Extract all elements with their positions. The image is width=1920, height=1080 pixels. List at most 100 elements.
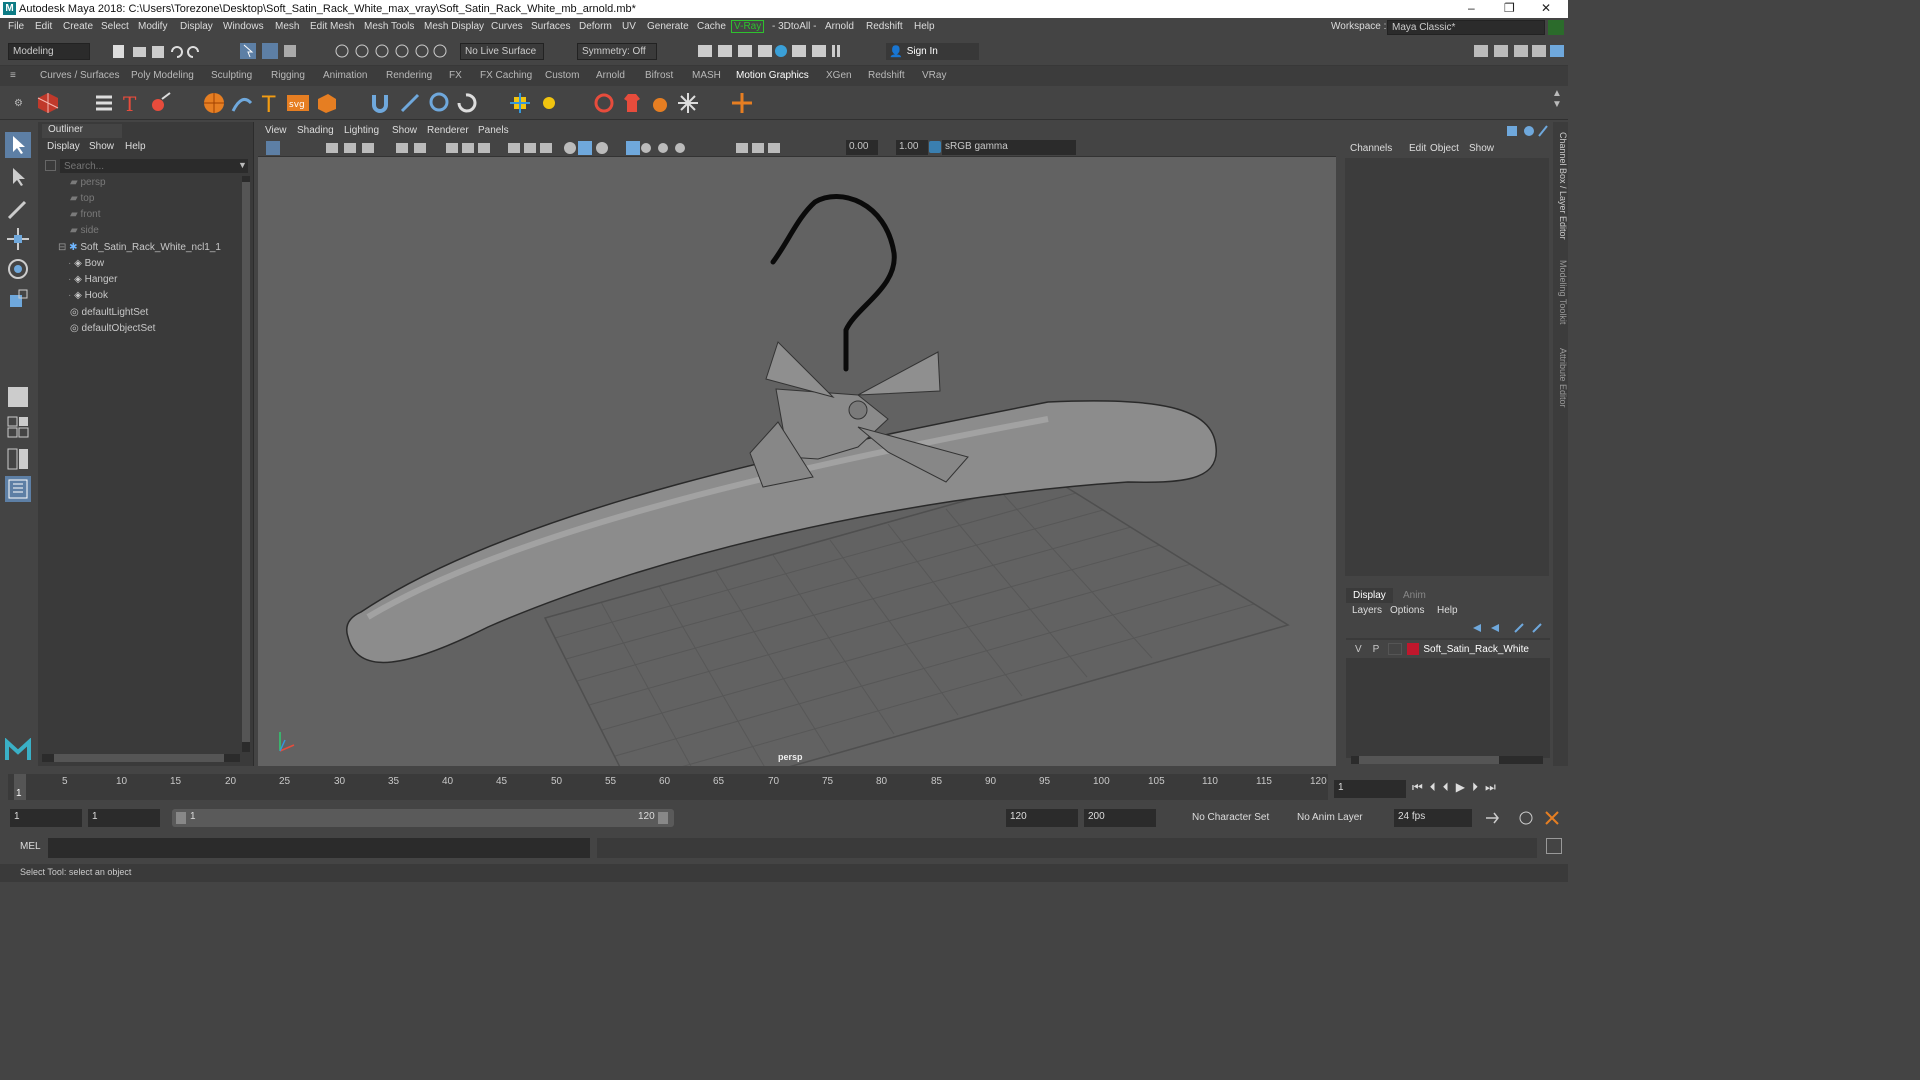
menu-vray[interactable]: V-Ray [731, 20, 765, 33]
outliner-item-side[interactable]: ▰ side [70, 225, 99, 241]
shelf-tab-arnold[interactable]: Arnold [596, 70, 625, 81]
shelf-tab-animation[interactable]: Animation [323, 70, 367, 81]
transform-icon[interactable] [508, 91, 532, 115]
menu-3dtoall[interactable]: - 3DtoAll - [772, 21, 816, 32]
select-tool-icon[interactable] [5, 132, 31, 158]
menu-select[interactable]: Select [101, 21, 129, 32]
layer-color-swatch[interactable] [1407, 643, 1420, 655]
viewport-menu-panels[interactable]: Panels [478, 125, 509, 136]
fps-dropdown[interactable]: 24 fps [1394, 809, 1472, 827]
layer-menu-help[interactable]: Help [1437, 605, 1458, 616]
menu-mesh-display[interactable]: Mesh Display [424, 21, 484, 32]
shelf-tab-xgen[interactable]: XGen [826, 70, 852, 81]
shelf-tab-curves-surfaces[interactable]: Curves / Surfaces [40, 70, 119, 81]
outliner-item-soft-satin-rack[interactable]: ⊟ ✱ Soft_Satin_Rack_White_ncl1_1 [58, 242, 221, 258]
viewport-toolbar-icons[interactable] [266, 140, 846, 156]
live-surface-field[interactable]: No Live Surface [460, 43, 544, 60]
menu-create[interactable]: Create [63, 21, 93, 32]
channel-menu-channels[interactable]: Channels [1350, 143, 1392, 154]
shelf-tab-fx-caching[interactable]: FX Caching [480, 70, 532, 81]
shelf-menu-icon[interactable]: ≡ [10, 70, 16, 81]
channel-menu-object[interactable]: Object [1430, 143, 1459, 154]
sphere-icon[interactable] [202, 91, 226, 115]
outliner-item-hook[interactable]: · ◈ Hook [68, 290, 108, 306]
snap-icons[interactable] [334, 42, 454, 60]
shelf-tab-vray[interactable]: VRay [922, 70, 946, 81]
time-slider[interactable]: 1 5 10 15 20 25 30 35 40 45 50 55 60 65 … [0, 770, 1568, 802]
side-tab-channel-box[interactable]: Channel Box / Layer Editor [1553, 132, 1568, 252]
menu-surfaces[interactable]: Surfaces [531, 21, 570, 32]
side-tab-attribute-editor[interactable]: Attribute Editor [1553, 348, 1568, 428]
viewport-menu-renderer[interactable]: Renderer [427, 125, 469, 136]
outliner-filter-icon[interactable] [45, 160, 56, 171]
shelf-scroll-arrows[interactable]: ▲ ▼ [1552, 88, 1562, 110]
menu-cache[interactable]: Cache [697, 21, 726, 32]
outliner-horizontal-scrollbar[interactable] [42, 754, 240, 762]
color-management-icon[interactable] [929, 141, 941, 153]
scale-tool-icon[interactable] [5, 286, 31, 312]
layout-toggle-icons[interactable] [1472, 42, 1566, 60]
mode-dropdown[interactable]: Modeling [8, 43, 90, 60]
particles-icon[interactable] [676, 91, 700, 115]
outliner-item-default-light-set[interactable]: ◎ defaultLightSet [70, 307, 148, 323]
outliner-menu-display[interactable]: Display [47, 141, 80, 152]
shelf-tab-motion-graphics[interactable]: Motion Graphics [736, 70, 809, 81]
two-pane-layout-icon[interactable] [5, 446, 31, 472]
menu-display[interactable]: Display [180, 21, 213, 32]
svg-tool-icon[interactable]: svg [286, 91, 310, 115]
shelf-tab-sculpting[interactable]: Sculpting [211, 70, 252, 81]
outliner-item-persp[interactable]: ▰ persp [70, 177, 106, 193]
maximize-button[interactable]: ❐ [1504, 1, 1515, 15]
outliner-search-input[interactable] [60, 159, 248, 173]
file-toolbar-icons[interactable] [110, 42, 210, 60]
box-tool-icon[interactable] [314, 91, 338, 115]
shelf-tab-fx[interactable]: FX [449, 70, 462, 81]
outliner-vertical-scrollbar[interactable] [242, 176, 250, 752]
playback-controls[interactable]: ⏮⏴⏴▶⏵⏭ [1412, 780, 1503, 795]
move-tool-icon[interactable] [5, 226, 31, 252]
playback-end-field[interactable]: 120 [1006, 809, 1078, 827]
symmetry-dropdown[interactable]: Symmetry: Off [577, 43, 657, 60]
range-slider[interactable]: 1 120 [172, 809, 674, 827]
cloth-icon[interactable] [648, 91, 672, 115]
menu-curves[interactable]: Curves [491, 21, 523, 32]
command-language-label[interactable]: MEL [20, 841, 41, 852]
brush-icon[interactable] [398, 91, 422, 115]
selection-mode-icons[interactable] [240, 42, 300, 60]
distribute-icon[interactable] [148, 91, 172, 115]
hook-wire[interactable] [770, 193, 897, 372]
viewport-menu-view[interactable]: View [265, 125, 287, 136]
menu-mesh[interactable]: Mesh [275, 21, 299, 32]
range-start-handle[interactable] [176, 812, 186, 824]
mash-network-icon[interactable] [36, 91, 60, 115]
paint-select-tool-icon[interactable] [5, 196, 31, 222]
outliner-menu-help[interactable]: Help [125, 141, 146, 152]
shelf-tab-rigging[interactable]: Rigging [271, 70, 305, 81]
layer-visibility-toggle[interactable]: V [1355, 644, 1362, 655]
layer-tab-display[interactable]: Display [1346, 588, 1393, 603]
dynamics-icon[interactable] [592, 91, 616, 115]
minimize-button[interactable]: – [1468, 1, 1475, 15]
menu-mesh-tools[interactable]: Mesh Tools [364, 21, 414, 32]
command-input[interactable] [48, 838, 590, 858]
render-icons[interactable] [696, 42, 846, 60]
sign-in-button[interactable]: 👤 Sign In [886, 43, 979, 60]
menu-redshift[interactable]: Redshift [866, 21, 903, 32]
channel-box-header-icons[interactable] [1505, 124, 1549, 138]
outliner-item-default-object-set[interactable]: ◎ defaultObjectSet [70, 323, 155, 339]
exposure-field[interactable]: 0.00 [846, 140, 878, 155]
single-pane-layout-icon[interactable] [5, 384, 31, 410]
menu-edit[interactable]: Edit [35, 21, 52, 32]
shelf-tab-mash[interactable]: MASH [692, 70, 721, 81]
script-editor-icon[interactable] [1546, 838, 1562, 854]
scene-view[interactable] [258, 157, 1336, 766]
layer-action-icons[interactable] [1471, 622, 1547, 634]
animation-end-field[interactable]: 200 [1084, 809, 1156, 827]
rotate-icon[interactable] [454, 91, 478, 115]
playback-start-field[interactable]: 1 [88, 809, 160, 827]
menu-modify[interactable]: Modify [138, 21, 167, 32]
menu-uv[interactable]: UV [622, 21, 636, 32]
menu-generate[interactable]: Generate [647, 21, 689, 32]
character-set-dropdown[interactable]: No Character Set [1192, 812, 1269, 823]
close-button[interactable]: ✕ [1541, 1, 1551, 15]
